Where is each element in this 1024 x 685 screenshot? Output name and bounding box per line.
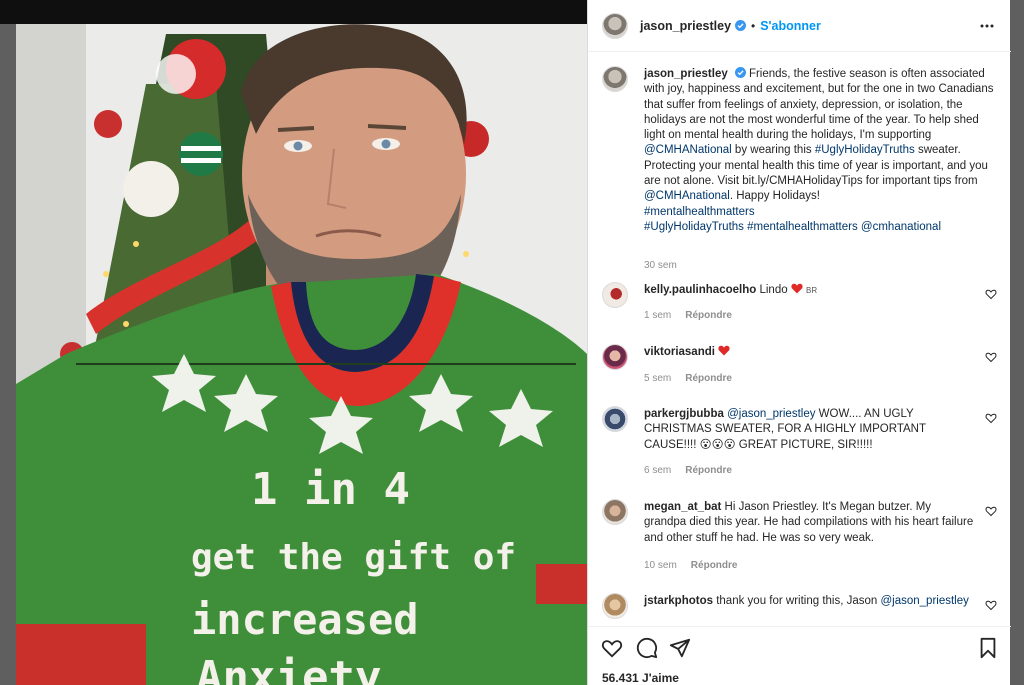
commenter-avatar[interactable] [602, 282, 628, 308]
comment-like-heart-icon[interactable] [985, 505, 997, 517]
comment-text: kelly.paulinhacoelho Lindo BR [644, 283, 974, 298]
caption-mention-cmhanational[interactable]: @CMHANational [644, 144, 732, 156]
red-heart-emoji-icon [718, 345, 730, 356]
post-photo[interactable]: 1 in 4 get the gift of increased Anxiety [16, 24, 587, 685]
verified-badge-icon [735, 20, 747, 31]
reply-button[interactable]: Répondre [685, 465, 732, 476]
caption-author-username[interactable]: jason_priestley [644, 68, 728, 80]
comments-scroll-area[interactable]: jason_priestley Friends, the festive sea… [588, 53, 1011, 626]
comment-meta: 1 sem Répondre [644, 310, 732, 321]
comment-username[interactable]: viktoriasandi [644, 346, 715, 358]
caption-mention-cmhanational-2[interactable]: @CMHAnational [644, 190, 730, 202]
commenter-avatar[interactable] [602, 406, 628, 432]
comment-text: viktoriasandi [644, 345, 974, 360]
comment-username[interactable]: megan_at_bat [644, 501, 721, 513]
comment-meta: 6 sem Répondre [644, 465, 732, 476]
comment-timestamp: 1 sem [644, 310, 672, 321]
commenter-avatar[interactable] [602, 593, 628, 619]
share-icon[interactable] [669, 637, 691, 659]
comment-like-heart-icon[interactable] [985, 351, 997, 363]
comment-meta: 10 sem Répondre [644, 560, 737, 571]
caption-author-avatar[interactable] [602, 66, 628, 92]
author-username[interactable]: jason_priestley [640, 19, 731, 33]
comment-meta: 5 sem Répondre [644, 373, 732, 384]
comment-mention[interactable]: @jason_priestley [881, 595, 969, 607]
caption-hashtag-uglyholidaytruths-2[interactable]: #UglyHolidayTruths [644, 221, 744, 233]
commenter-avatar[interactable] [602, 344, 628, 370]
reply-button[interactable]: Répondre [685, 310, 732, 321]
comment-mention[interactable]: @jason_priestley [727, 408, 815, 420]
post-header: jason_priestley • S'abonner [588, 0, 1011, 52]
commenter-avatar[interactable] [602, 499, 628, 525]
caption-hashtag-uglyholidaytruths[interactable]: #UglyHolidayTruths [815, 144, 915, 156]
comment-like-heart-icon[interactable] [985, 288, 997, 300]
caption-body-b: by wearing this [731, 144, 815, 157]
comment-username[interactable]: kelly.paulinhacoelho [644, 284, 756, 296]
comment-body: thank you for writing this, Jason [716, 595, 881, 607]
caption-body-d: . Happy Holidays! [729, 190, 820, 203]
header-separator: • [751, 18, 756, 33]
heart-icon[interactable] [601, 637, 623, 659]
comment-text: jstarkphotos thank you for writing this,… [644, 594, 979, 609]
caption-timestamp: 30 sem [644, 260, 677, 271]
follow-button[interactable]: S'abonner [760, 19, 821, 33]
sweater-text-line4: Anxiety [196, 652, 381, 685]
backdrop-right [1010, 0, 1024, 685]
sweater-text-line2: get the gift of [191, 537, 516, 578]
comment-like-heart-icon[interactable] [985, 599, 997, 611]
sweater-text-line1: 1 in 4 [251, 464, 410, 515]
caption-hashtag-mentalhealthmatters-2[interactable]: #mentalhealthmatters [747, 221, 858, 233]
backdrop-left [0, 24, 16, 685]
caption-mention-cmhanational-3[interactable]: @cmhanational [861, 221, 941, 233]
comment-text: parkergjbubba @jason_priestley WOW.... A… [644, 407, 974, 453]
comment-body: Lindo [759, 284, 788, 296]
caption-text: jason_priestley Friends, the festive sea… [644, 67, 994, 235]
post-photo-illustration: 1 in 4 get the gift of increased Anxiety [16, 24, 587, 685]
author-avatar[interactable] [602, 12, 628, 39]
comment-timestamp: 5 sem [644, 373, 672, 384]
reply-button[interactable]: Répondre [691, 560, 738, 571]
comment-timestamp: 10 sem [644, 560, 677, 571]
caption-hashtag-mentalhealthmatters[interactable]: #mentalhealthmatters [644, 206, 755, 218]
bookmark-icon[interactable] [977, 637, 999, 659]
comment-flag-code: BR [806, 286, 818, 295]
post-actions-bar: 56.431 J'aime [588, 626, 1011, 685]
verified-badge-icon [734, 67, 746, 78]
comment-body-2: GREAT PICTURE, SIR!!!!! [735, 438, 873, 451]
more-options-icon[interactable] [979, 18, 995, 34]
comment-username[interactable]: jstarkphotos [644, 595, 713, 607]
comment-timestamp: 6 sem [644, 465, 672, 476]
astonished-emoji-icons: 😮😮😮 [699, 438, 736, 451]
comment-icon[interactable] [636, 637, 658, 659]
reply-button[interactable]: Répondre [685, 373, 732, 384]
post-sidebar: jason_priestley • S'abonner jason_priest… [587, 0, 1011, 685]
comment-like-heart-icon[interactable] [985, 412, 997, 424]
comment-username[interactable]: parkergjbubba [644, 408, 724, 420]
likes-count[interactable]: 56.431 J'aime [602, 671, 679, 685]
red-heart-emoji-icon [791, 283, 803, 294]
sweater-text-line3: increased [191, 595, 419, 644]
comment-text: megan_at_bat Hi Jason Priestley. It's Me… [644, 500, 974, 546]
